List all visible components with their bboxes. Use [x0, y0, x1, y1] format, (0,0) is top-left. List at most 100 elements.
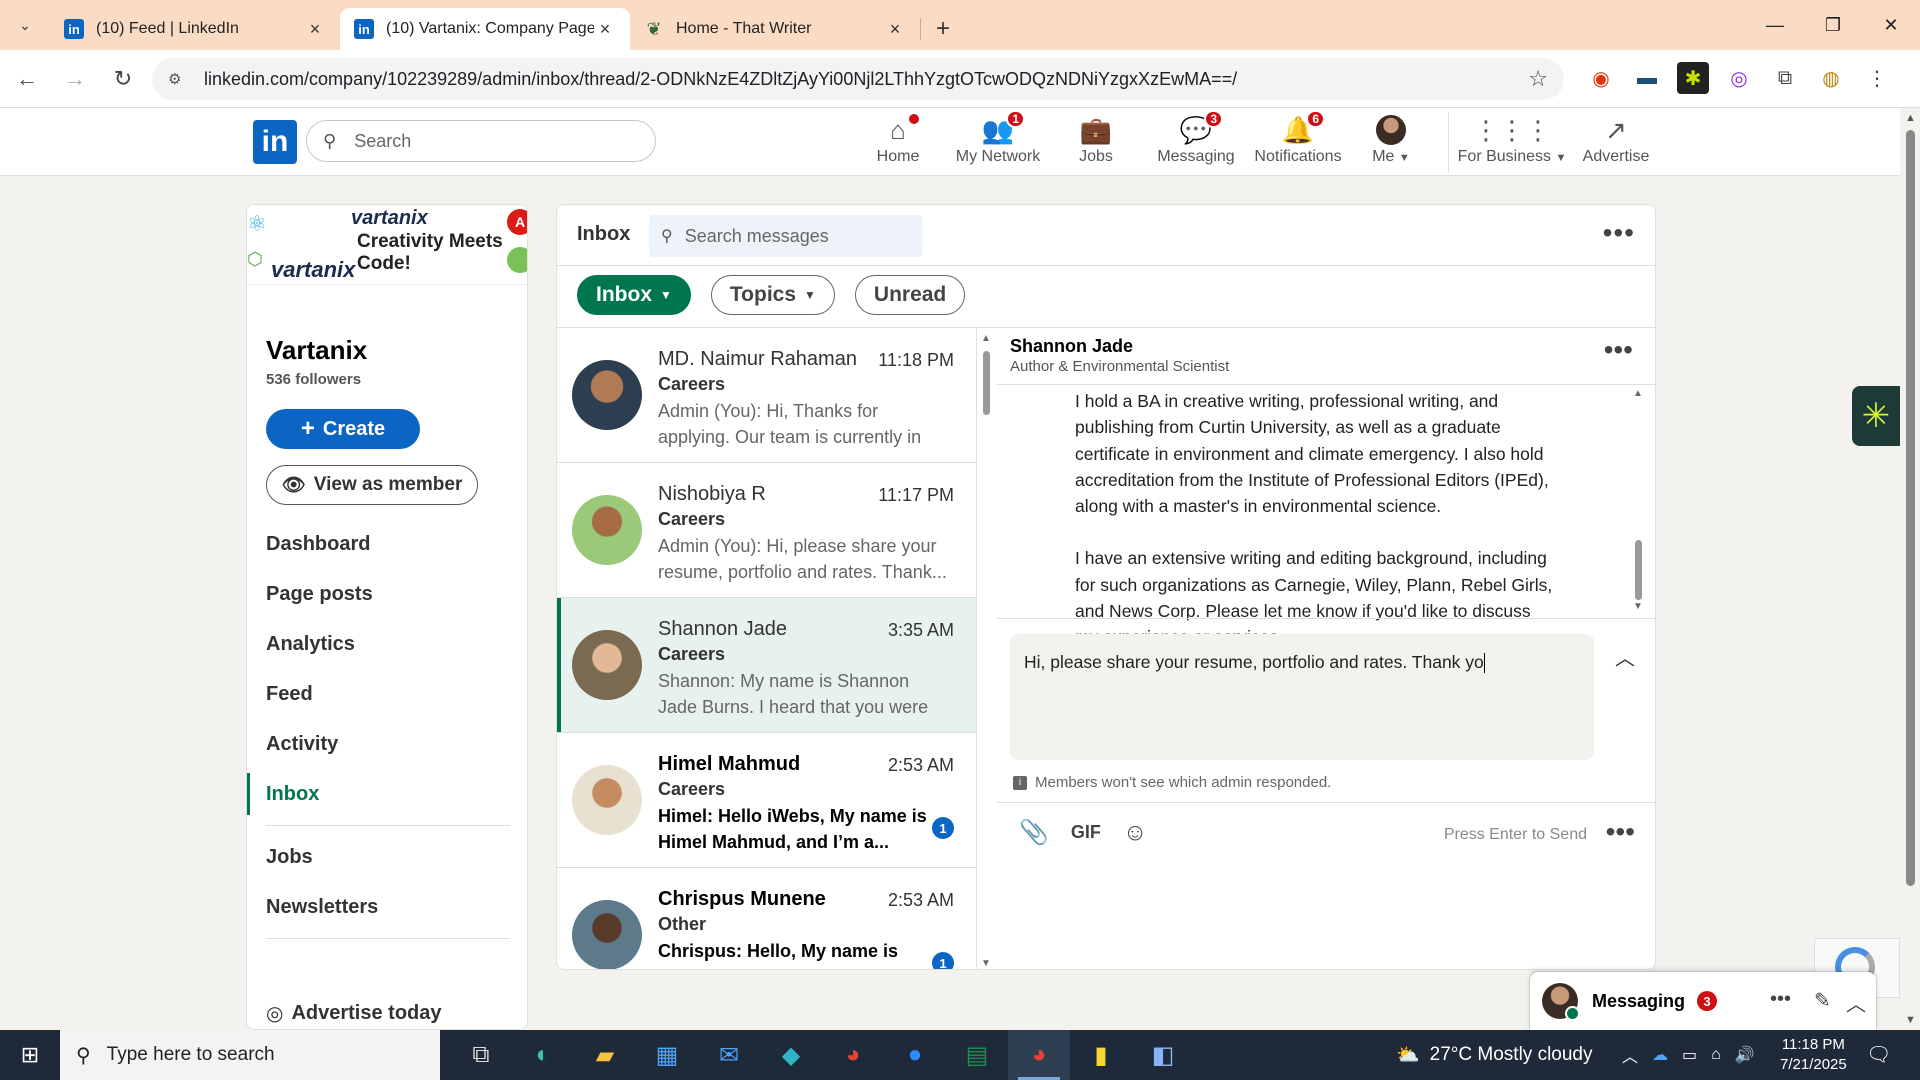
scrollbar-thumb[interactable]: [1635, 540, 1642, 600]
conversation-list-scrollbar[interactable]: ▲ ▼: [979, 331, 993, 969]
close-icon[interactable]: ×: [594, 19, 616, 40]
profile-icon[interactable]: ◍: [1815, 62, 1847, 94]
pokeball-extension-icon[interactable]: ◉: [1585, 62, 1617, 94]
browser-tab-that-writer[interactable]: ❦ Home - That Writer ×: [630, 8, 920, 50]
filter-unread[interactable]: Unread: [854, 275, 966, 315]
sidebar-item-analytics[interactable]: Analytics: [247, 619, 527, 669]
minimize-icon[interactable]: —: [1746, 0, 1804, 50]
sidebar-item-dashboard[interactable]: Dashboard: [247, 519, 527, 569]
taskbar-search-input[interactable]: ⚲ Type here to search: [60, 1030, 440, 1080]
page-scrollbar[interactable]: ▲ ▼: [1900, 108, 1920, 1030]
linkedin-logo[interactable]: in: [253, 120, 297, 164]
followers-count[interactable]: 536 followers: [266, 371, 361, 388]
thread-scrollbar[interactable]: ▲ ▼: [1631, 388, 1645, 612]
asterisk-extension-icon[interactable]: ✱: [1677, 62, 1709, 94]
nav-jobs[interactable]: 💼 Jobs: [1046, 114, 1146, 166]
onedrive-icon[interactable]: ☁: [1652, 1045, 1668, 1065]
nav-for-business[interactable]: ⋮⋮⋮ For Business ▼: [1458, 114, 1567, 166]
network-tray-icon[interactable]: ⌂: [1711, 1046, 1721, 1064]
scroll-down-icon[interactable]: ▼: [1633, 601, 1643, 612]
create-button[interactable]: + Create: [266, 409, 420, 449]
conversation-item[interactable]: Shannon Jade 3:35 AM Careers Shannon: My…: [557, 598, 976, 733]
scroll-down-icon[interactable]: ▼: [1905, 1014, 1916, 1026]
sidebar-item-page-posts[interactable]: Page posts: [247, 569, 527, 619]
nav-my-network[interactable]: 👥 1 My Network: [948, 110, 1048, 166]
more-options-icon[interactable]: •••: [1770, 988, 1791, 1011]
puzzle-extensions-icon[interactable]: ⧉: [1769, 62, 1801, 94]
thread-more-options-icon[interactable]: •••: [1604, 334, 1633, 366]
task-view-icon[interactable]: ⧉: [450, 1030, 512, 1080]
nav-messaging[interactable]: 💬 3 Messaging: [1146, 110, 1246, 166]
forward-arrow-icon[interactable]: →: [54, 58, 96, 100]
close-window-icon[interactable]: ✕: [1862, 0, 1920, 50]
paperclip-icon[interactable]: 📎: [1019, 818, 1049, 847]
store-icon[interactable]: ▦: [636, 1030, 698, 1080]
emoji-icon[interactable]: ☺: [1123, 819, 1148, 847]
nav-me[interactable]: Me ▼: [1346, 114, 1436, 166]
volume-icon[interactable]: 🔊: [1735, 1045, 1755, 1065]
reload-icon[interactable]: ↻: [102, 58, 144, 100]
messaging-overlay[interactable]: Messaging 3 ••• ✎ ︿: [1530, 972, 1876, 1030]
search-messages-input[interactable]: ⚲ Search messages: [649, 215, 923, 257]
mail-icon[interactable]: ✉: [698, 1030, 760, 1080]
filter-inbox-dropdown[interactable]: Inbox ▼: [577, 275, 691, 315]
advertise-today-link[interactable]: ◎ Advertise today: [266, 1001, 442, 1026]
battery-icon[interactable]: ▭: [1682, 1045, 1697, 1065]
zoom-icon[interactable]: ●: [884, 1030, 946, 1080]
file-explorer-icon[interactable]: ▰: [574, 1030, 636, 1080]
compose-icon[interactable]: ✎: [1814, 988, 1831, 1013]
gif-button[interactable]: GIF: [1071, 822, 1101, 843]
compose-more-options-icon[interactable]: •••: [1606, 816, 1635, 848]
nav-home[interactable]: ⌂ Home: [848, 112, 948, 166]
tray-chevron-icon[interactable]: ︿: [1622, 1043, 1638, 1067]
app-diamond-icon[interactable]: ◆: [760, 1030, 822, 1080]
filter-topics-dropdown[interactable]: Topics ▼: [710, 275, 835, 315]
view-as-member-button[interactable]: 👁 View as member: [266, 465, 478, 505]
global-search-input[interactable]: ⚲ Search: [306, 120, 656, 162]
conversation-item[interactable]: MD. Naimur Rahaman 11:18 PM Careers Admi…: [557, 328, 976, 463]
sidebar-item-inbox[interactable]: Inbox: [247, 769, 527, 819]
nav-notifications[interactable]: 🔔 6 Notifications: [1248, 110, 1348, 166]
windows-start-icon[interactable]: ⊞: [0, 1030, 60, 1080]
sidebar-item-activity[interactable]: Activity: [247, 719, 527, 769]
message-compose-input[interactable]: Hi, please share your resume, portfolio …: [1010, 634, 1594, 760]
scroll-down-icon[interactable]: ▼: [981, 958, 991, 969]
scrollbar-thumb[interactable]: [983, 351, 990, 415]
sidebar-item-newsletters[interactable]: Newsletters: [247, 882, 527, 932]
site-settings-icon[interactable]: ⚙: [168, 70, 190, 88]
browser-menu-icon[interactable]: ⋮: [1861, 62, 1893, 94]
sticky-notes-icon[interactable]: ▮: [1070, 1030, 1132, 1080]
address-bar[interactable]: ⚙ linkedin.com/company/102239289/admin/i…: [152, 58, 1564, 100]
chrome-icon[interactable]: ◕: [822, 1030, 884, 1080]
taskbar-clock[interactable]: 11:18 PM 7/21/2025: [1780, 1035, 1847, 1075]
bookmark-star-icon[interactable]: ☆: [1528, 66, 1548, 92]
app-blue-icon[interactable]: ◧: [1132, 1030, 1194, 1080]
color-extension-icon[interactable]: ◎: [1723, 62, 1755, 94]
chrome-active-icon[interactable]: ◕: [1008, 1030, 1070, 1080]
thread-contact-name[interactable]: Shannon Jade: [1010, 336, 1133, 357]
restore-icon[interactable]: ❐: [1804, 0, 1862, 50]
scroll-up-icon[interactable]: ▲: [1633, 388, 1643, 399]
conversation-item[interactable]: Himel Mahmud 2:53 AM Careers Himel: Hell…: [557, 733, 976, 868]
browser-tab-vartanix[interactable]: in (10) Vartanix: Company Page Ac ×: [340, 8, 630, 50]
scroll-up-icon[interactable]: ▲: [981, 333, 991, 344]
excel-icon[interactable]: ▤: [946, 1030, 1008, 1080]
close-icon[interactable]: ×: [304, 19, 326, 40]
url-text[interactable]: linkedin.com/company/102239289/admin/inb…: [204, 69, 1528, 90]
tab-search-chevron-icon[interactable]: ⌄: [0, 0, 50, 50]
nav-advertise[interactable]: ↗ Advertise: [1566, 114, 1666, 166]
more-options-icon[interactable]: •••: [1603, 217, 1635, 249]
scrollbar-thumb[interactable]: [1906, 130, 1915, 886]
edge-icon[interactable]: ◐: [512, 1030, 574, 1080]
weather-widget[interactable]: ⛅ 27°C Mostly cloudy: [1396, 1030, 1593, 1080]
chevron-up-icon[interactable]: ︿: [1615, 642, 1635, 671]
chevron-up-icon[interactable]: ︿: [1846, 988, 1866, 1017]
org-name[interactable]: Vartanix: [266, 335, 367, 366]
conversation-item[interactable]: Nishobiya R 11:17 PM Careers Admin (You)…: [557, 463, 976, 598]
sidebar-item-jobs[interactable]: Jobs: [247, 832, 527, 882]
browser-tab-feed[interactable]: in (10) Feed | LinkedIn ×: [50, 8, 340, 50]
close-icon[interactable]: ×: [884, 19, 906, 40]
conversation-item[interactable]: Chrispus Munene 2:53 AM Other Chrispus: …: [557, 868, 976, 969]
card-extension-icon[interactable]: ▬: [1631, 62, 1663, 94]
sidebar-item-feed[interactable]: Feed: [247, 669, 527, 719]
